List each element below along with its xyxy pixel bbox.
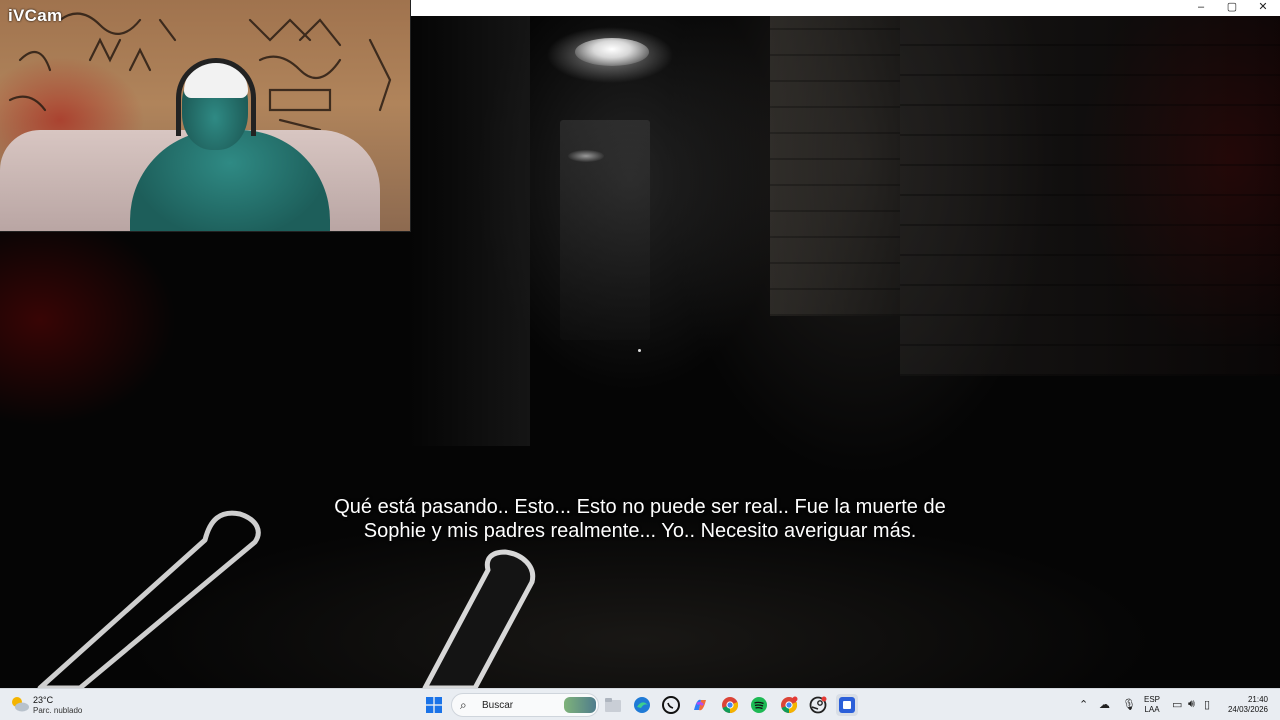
file-explorer-button[interactable] xyxy=(602,694,624,716)
minimize-button[interactable]: – xyxy=(1186,0,1216,16)
onedrive-icon[interactable]: ☁ xyxy=(1099,698,1110,711)
microphone-icon[interactable]: 🎙︎ xyxy=(1122,698,1136,711)
whatsapp-button[interactable] xyxy=(660,694,682,716)
folder-icon xyxy=(605,698,621,712)
weather-description: Parc. nublado xyxy=(33,706,83,715)
volume-icon[interactable]: 🔊︎ xyxy=(1188,698,1195,711)
chrome-button[interactable] xyxy=(719,694,741,716)
chrome-profile-button[interactable] xyxy=(778,694,800,716)
spotify-icon xyxy=(751,697,767,713)
webcam-label: iVCam xyxy=(8,6,63,25)
whatsapp-icon xyxy=(662,696,680,714)
clock-date: 24/03/2026 xyxy=(1227,705,1268,714)
chrome-icon xyxy=(722,697,739,714)
search-highlight-icon xyxy=(564,697,596,713)
edge-icon xyxy=(634,697,650,713)
webcam-overlay: iVCam xyxy=(0,0,411,232)
maximize-button[interactable]: ▢ xyxy=(1217,0,1247,16)
language-code: ESP xyxy=(1144,695,1161,704)
search-label: Buscar xyxy=(482,700,514,711)
right-hand-rod xyxy=(422,549,536,688)
left-hand-rod xyxy=(37,510,261,688)
windows-logo-icon xyxy=(426,697,442,713)
steam-button[interactable] xyxy=(807,694,829,716)
corridor-wall-right xyxy=(770,16,900,316)
headset-icon xyxy=(176,58,256,136)
copilot-icon xyxy=(694,699,706,711)
clock[interactable]: 21:40 24/03/2026 xyxy=(1220,695,1268,715)
weather-temperature: 23°C xyxy=(33,695,54,705)
network-icon[interactable]: ▭ xyxy=(1172,698,1182,711)
spotify-button[interactable] xyxy=(748,694,770,716)
close-button[interactable]: ✕ xyxy=(1248,0,1278,16)
steam-icon xyxy=(809,696,827,714)
app-icon xyxy=(839,697,855,713)
corridor-wall-left xyxy=(410,16,530,446)
ceiling-lamp xyxy=(575,38,649,66)
copilot-button[interactable] xyxy=(689,694,711,716)
window-titlebar[interactable]: – ▢ ✕ xyxy=(411,0,1280,16)
language-indicator[interactable]: ESP LAA xyxy=(1144,695,1160,715)
partly-cloudy-icon xyxy=(12,697,29,712)
battery-icon[interactable]: ▯ xyxy=(1204,698,1210,711)
brick-wall xyxy=(900,16,1280,376)
chrome-icon xyxy=(781,696,798,714)
crosshair-icon xyxy=(638,349,641,352)
taskbar: 23°C Parc. nublado ⌕ Buscar ⌃ ☁ 🎙︎ ESP L… xyxy=(0,688,1280,720)
start-button[interactable] xyxy=(423,694,445,716)
clock-time: 21:40 xyxy=(1247,695,1268,704)
edge-button[interactable] xyxy=(631,694,653,716)
keyboard-layout: LAA xyxy=(1144,705,1160,714)
game-app-button[interactable] xyxy=(836,694,858,716)
taskbar-search[interactable]: ⌕ Buscar xyxy=(451,693,599,717)
chevron-up-icon[interactable]: ⌃ xyxy=(1079,698,1088,711)
player-hands xyxy=(37,510,536,688)
search-icon: ⌕ xyxy=(460,698,467,712)
distant-lamp xyxy=(568,150,604,162)
